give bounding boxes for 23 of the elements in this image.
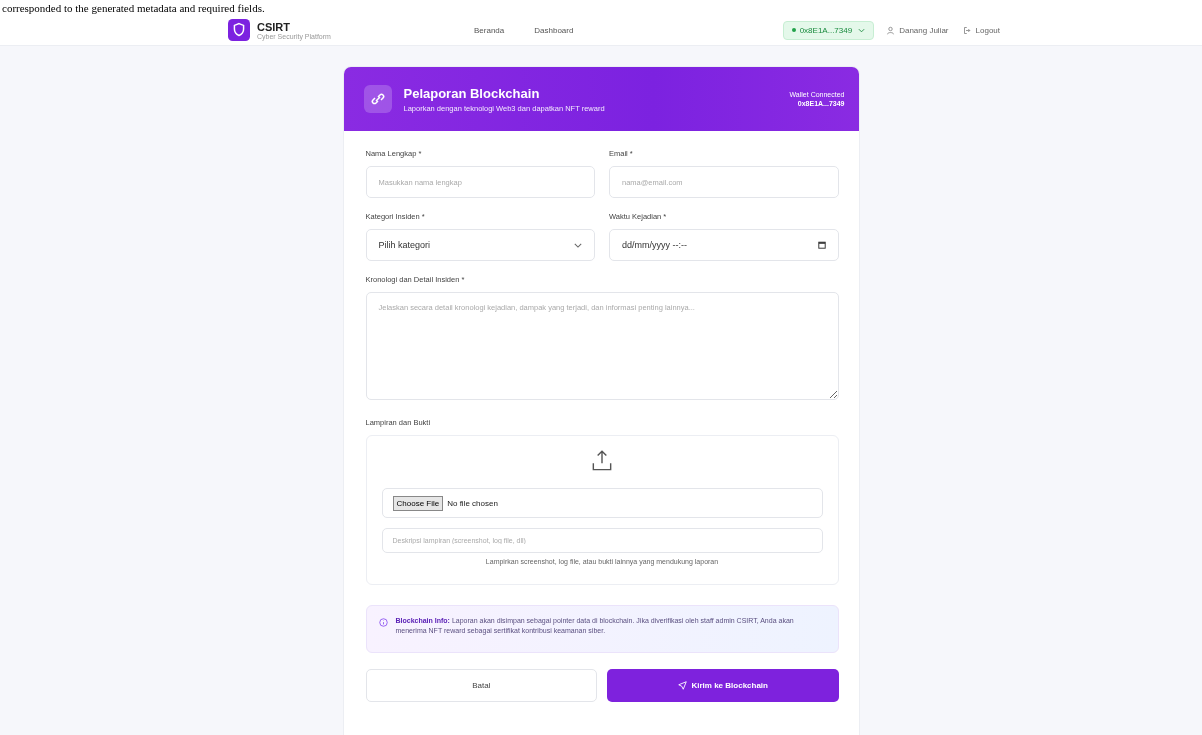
file-status: No file chosen	[447, 498, 498, 508]
choose-file-button[interactable]: Choose File	[392, 495, 444, 511]
file-input[interactable]: Choose File No file chosen	[381, 488, 823, 518]
link-icon	[363, 85, 392, 113]
submit-button[interactable]: Kirim ke Blockchain	[607, 669, 839, 702]
wallet-button[interactable]: 0x8E1A...7349	[782, 20, 875, 40]
category-dropdown[interactable]: Pilih kategori	[365, 229, 595, 261]
nav-link[interactable]: Dashboard	[534, 25, 574, 35]
logout-button[interactable]: Logout	[960, 23, 1002, 37]
send-icon	[677, 681, 687, 690]
chevron-down-icon	[574, 242, 582, 248]
logout-icon	[962, 25, 972, 35]
form-title: Pelaporan Blockchain	[403, 85, 541, 101]
caret-icon	[858, 27, 866, 33]
cancel-button[interactable]: Batal	[365, 669, 597, 702]
datetime-field[interactable]: dd/mm/yyyy --:--	[609, 229, 839, 261]
info-icon	[378, 618, 388, 627]
user-icon	[886, 25, 896, 35]
user-button[interactable]: Danang Juliar	[884, 23, 951, 37]
logo-title: CSIRT	[257, 20, 291, 33]
calendar-icon	[817, 241, 826, 249]
shield-logo-icon	[228, 19, 250, 41]
nav-link[interactable]: Beranda	[474, 25, 505, 35]
